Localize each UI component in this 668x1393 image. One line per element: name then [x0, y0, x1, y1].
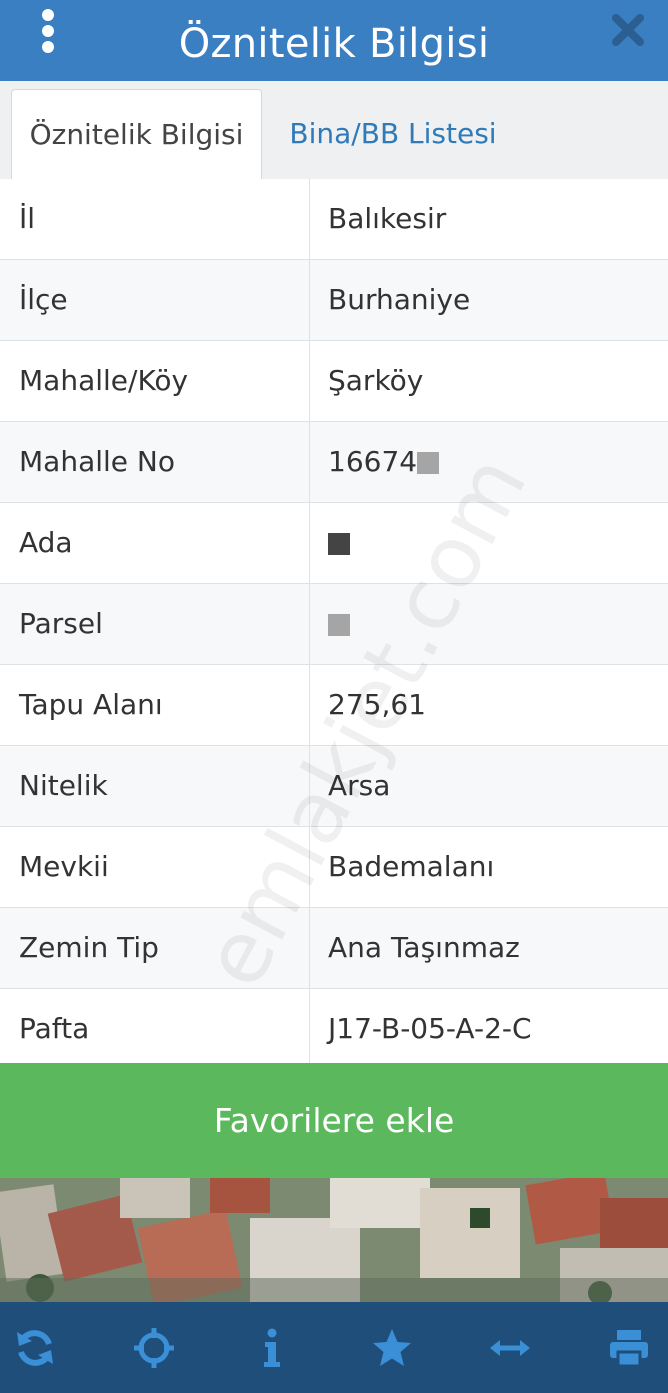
table-row: İl Balıkesir	[0, 179, 668, 260]
attribute-key: Tapu Alanı	[0, 665, 310, 745]
attribute-value: 16674	[310, 422, 668, 502]
redaction-mask	[328, 614, 350, 636]
attribute-key: Mevkii	[0, 827, 310, 907]
attribute-value: 275,61	[328, 688, 426, 721]
attribute-key: Pafta	[0, 989, 310, 1069]
info-icon[interactable]	[250, 1326, 294, 1370]
table-row: Mahalle/Köy Şarköy	[0, 341, 668, 422]
attribute-value: J17-B-05-A-2-C	[328, 1012, 532, 1045]
attribute-key: Nitelik	[0, 746, 310, 826]
locate-crosshair-icon[interactable]	[132, 1326, 176, 1370]
attribute-key: İlçe	[0, 260, 310, 340]
table-row: Nitelik Arsa	[0, 746, 668, 827]
redaction-mask	[328, 533, 350, 555]
table-row: Ada	[0, 503, 668, 584]
attribute-value: Arsa	[328, 769, 391, 802]
close-icon[interactable]	[610, 12, 646, 48]
bottom-toolbar	[0, 1302, 668, 1393]
attribute-value: Burhaniye	[328, 283, 471, 316]
table-row: Mahalle No 16674	[0, 422, 668, 503]
table-row: Tapu Alanı 275,61	[0, 665, 668, 746]
attribute-value	[310, 584, 668, 664]
attribute-key: Mahalle No	[0, 422, 310, 502]
tab-bina-bb-listesi[interactable]: Bina/BB Listesi	[270, 89, 516, 179]
attribute-key: İl	[0, 179, 310, 259]
add-to-favorites-button[interactable]: Favorilere ekle	[0, 1063, 668, 1178]
attribute-value: Şarköy	[328, 364, 424, 397]
mahalle-no-text: 16674	[328, 445, 418, 478]
table-row: Zemin Tip Ana Taşınmaz	[0, 908, 668, 989]
tab-oznitelik-bilgisi[interactable]: Öznitelik Bilgisi	[11, 89, 262, 179]
attribute-value: Ana Taşınmaz	[328, 931, 520, 964]
header-title: Öznitelik Bilgisi	[178, 21, 490, 67]
tab-bar: Öznitelik Bilgisi Bina/BB Listesi	[0, 81, 668, 180]
attribute-key: Ada	[0, 503, 310, 583]
map-imagery	[0, 1178, 668, 1302]
table-row: İlçe Burhaniye	[0, 260, 668, 341]
attribute-value: Balıkesir	[328, 202, 447, 235]
star-icon[interactable]	[370, 1326, 414, 1370]
attribute-key: Zemin Tip	[0, 908, 310, 988]
print-icon[interactable]	[607, 1326, 651, 1370]
attribute-key: Parsel	[0, 584, 310, 664]
satellite-map[interactable]	[0, 1178, 668, 1302]
table-row: Mevkii Bademalanı	[0, 827, 668, 908]
attribute-value	[310, 503, 668, 583]
redaction-mask	[417, 452, 440, 474]
attribute-table: İl Balıkesir İlçe Burhaniye Mahalle/Köy …	[0, 179, 668, 1070]
measure-arrows-icon[interactable]	[488, 1326, 532, 1370]
attribute-key: Mahalle/Köy	[0, 341, 310, 421]
attribute-value: Bademalanı	[328, 850, 495, 883]
refresh-icon[interactable]	[13, 1326, 57, 1370]
app-header: Öznitelik Bilgisi	[0, 0, 668, 81]
table-row: Parsel	[0, 584, 668, 665]
table-row: Pafta J17-B-05-A-2-C	[0, 989, 668, 1070]
